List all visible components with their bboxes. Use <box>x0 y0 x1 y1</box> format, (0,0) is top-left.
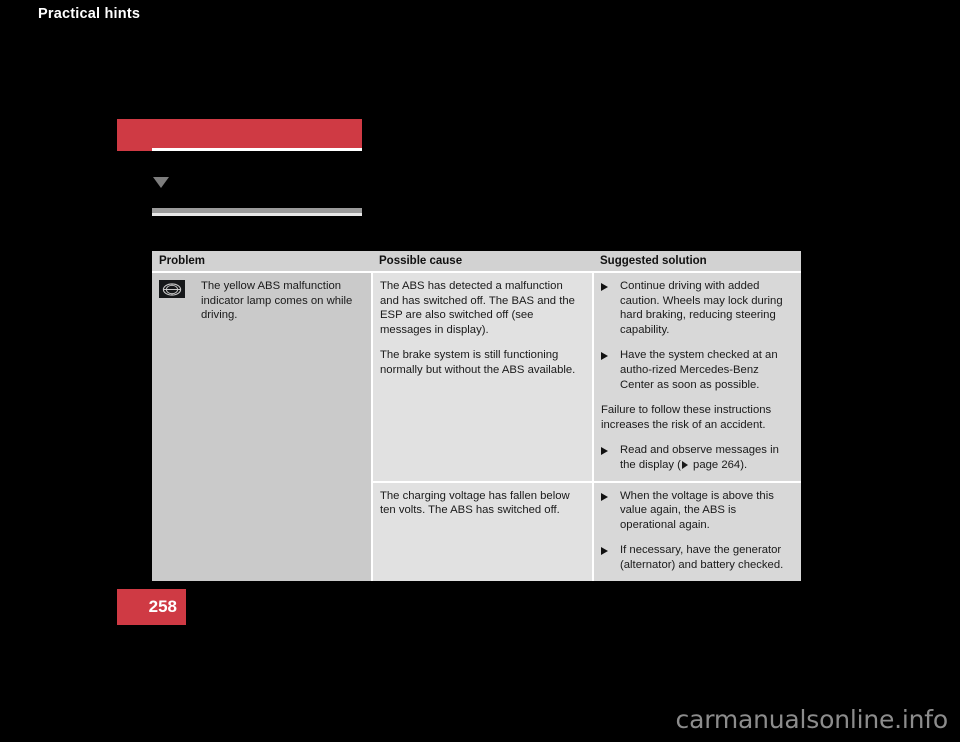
bullet-triangle-icon <box>601 492 608 501</box>
solution-bullet-list: When the voltage is above this value aga… <box>601 489 793 573</box>
list-item: Have the system checked at an autho-rize… <box>601 348 793 392</box>
site-watermark: carmanualsonline.info <box>675 705 949 734</box>
section-rule-bar-highlight <box>152 213 362 216</box>
cause-paragraph: The charging voltage has fallen below te… <box>380 489 570 517</box>
list-item: Continue driving with added caution. Whe… <box>601 279 793 337</box>
cell-possible-cause: The charging voltage has fallen below te… <box>372 480 594 581</box>
page-number: 258 <box>148 597 177 616</box>
bullet-triangle-icon <box>601 547 608 556</box>
problem-description: The yellow ABS malfunction indicator lam… <box>201 280 353 322</box>
page-reference-link[interactable]: page 264 <box>690 459 740 471</box>
column-header-suggested-solution: Suggested solution <box>593 251 801 273</box>
solution-bullet-list: Continue driving with added caution. Whe… <box>601 279 793 392</box>
column-header-problem: Problem <box>152 251 372 273</box>
list-item-label: Continue driving with added caution. Whe… <box>620 280 783 336</box>
table-row: The yellow ABS malfunction indicator lam… <box>152 272 801 581</box>
section-banner <box>117 119 362 151</box>
solution-warning-note: Failure to follow these instructions inc… <box>601 404 772 431</box>
table-header-row: Problem Possible cause Suggested solutio… <box>152 251 801 273</box>
cause-paragraph: The ABS has detected a malfunction and h… <box>380 280 575 336</box>
section-banner-underline <box>152 148 362 151</box>
list-item-label: If necessary, have the generator (altern… <box>620 544 784 571</box>
list-item: When the voltage is above this value aga… <box>601 489 793 533</box>
list-item-label: When the voltage is above this value aga… <box>620 489 774 531</box>
bullet-triangle-icon <box>601 352 608 361</box>
bullet-triangle-icon <box>601 283 608 291</box>
solution-bullet-list-secondary: Read and observe messages in the display… <box>601 443 793 472</box>
cell-possible-cause: The ABS has detected a malfunction and h… <box>372 272 594 482</box>
list-item: If necessary, have the generator (altern… <box>601 543 793 572</box>
page-title: Practical hints <box>38 6 141 22</box>
triangle-down-icon <box>153 177 169 188</box>
cell-problem: The yellow ABS malfunction indicator lam… <box>152 272 373 581</box>
column-header-possible-cause: Possible cause <box>372 251 593 273</box>
manual-page: Practical hints Problem Possible cause S… <box>0 0 960 742</box>
bullet-triangle-icon <box>601 447 608 456</box>
abs-warning-lamp-icon <box>159 280 185 298</box>
list-item: Read and observe messages in the display… <box>601 443 793 472</box>
troubleshooting-table: Problem Possible cause Suggested solutio… <box>152 251 801 581</box>
list-item-label: Have the system checked at an autho-rize… <box>620 349 778 391</box>
cell-suggested-solution: When the voltage is above this value aga… <box>593 480 801 581</box>
list-item-label-suffix: ). <box>740 458 748 471</box>
page-number-box: 258 <box>117 589 186 625</box>
cause-paragraph: The brake system is still functioning no… <box>380 349 576 376</box>
cell-suggested-solution: Continue driving with added caution. Whe… <box>593 272 801 482</box>
page-reference-triangle-icon <box>681 460 688 469</box>
